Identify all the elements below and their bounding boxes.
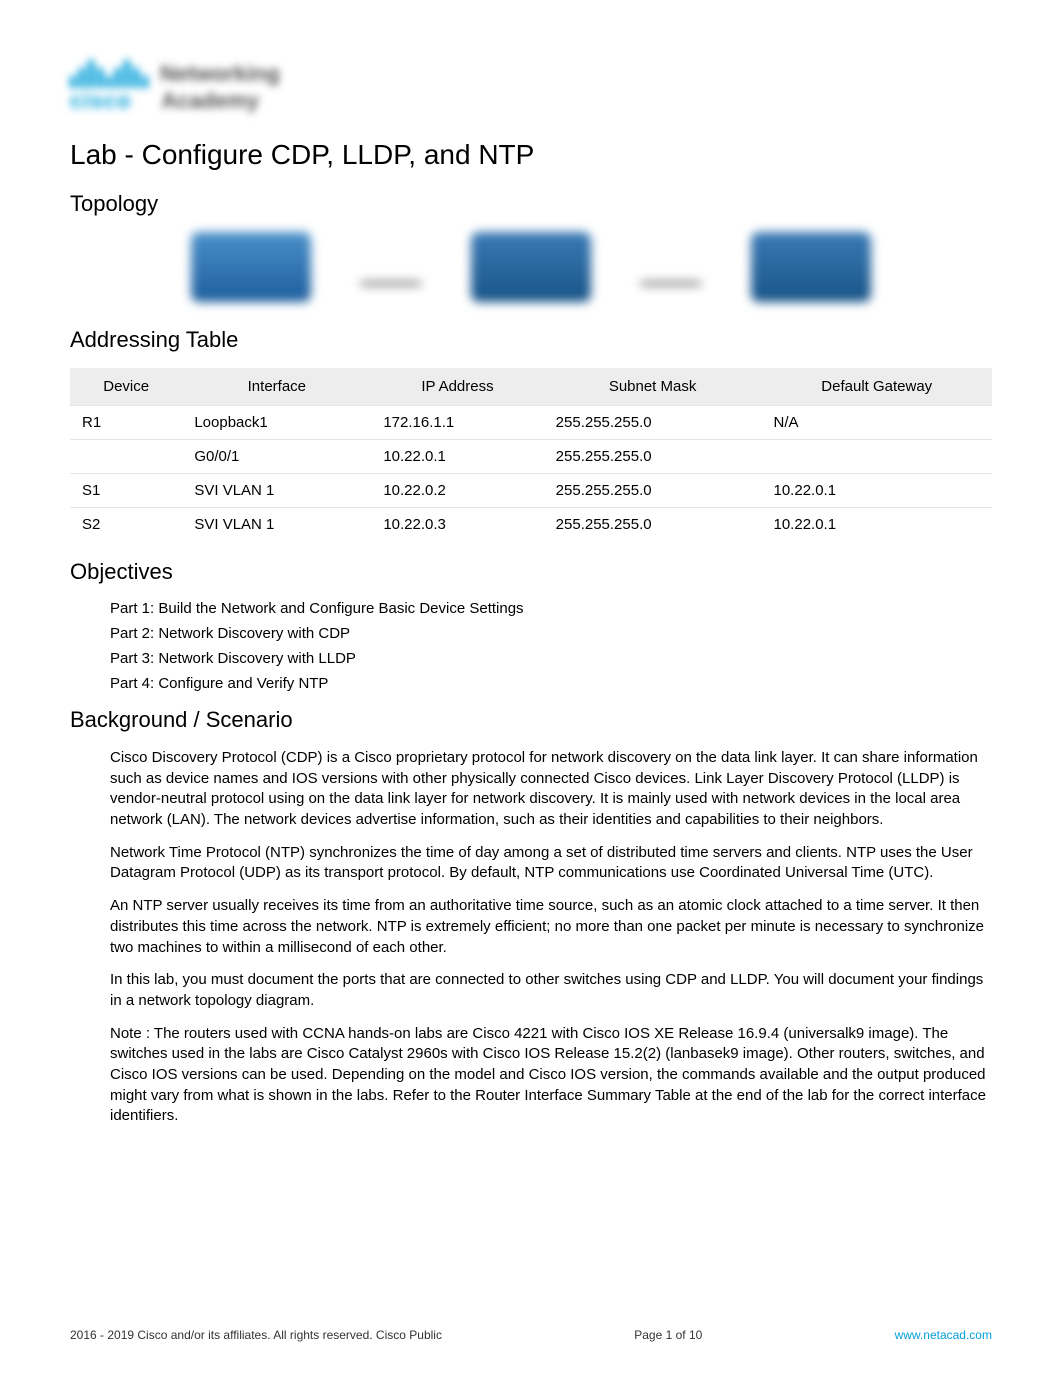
cell-device: S1 [70,474,182,508]
cell-mask: 255.255.255.0 [544,474,762,508]
cell-mask: 255.255.255.0 [544,508,762,542]
section-topology: Topology [70,191,992,217]
topology-diagram [70,232,992,302]
list-item: Part 1: Build the Network and Configure … [110,600,992,617]
cell-interface: SVI VLAN 1 [182,508,371,542]
cell-gateway: 10.22.0.1 [762,508,993,542]
cell-interface: Loopback1 [182,406,371,440]
lab-title: Lab - Configure CDP, LLDP, and NTP [70,139,992,171]
cell-gateway: N/A [762,406,993,440]
logo-cisco: cisco [70,88,131,114]
col-gateway: Default Gateway [762,368,993,406]
table-row: G0/0/1 10.22.0.1 255.255.255.0 [70,440,992,474]
switch-icon [471,232,591,302]
section-background: Background / Scenario [70,707,992,733]
logo-academy: Academy [161,88,259,114]
logo-networking: Networking [160,61,280,87]
switch-icon [751,232,871,302]
table-row: S1 SVI VLAN 1 10.22.0.2 255.255.255.0 10… [70,474,992,508]
col-ip: IP Address [371,368,543,406]
cell-ip: 10.22.0.3 [371,508,543,542]
cell-mask: 255.255.255.0 [544,440,762,474]
cell-device [70,440,182,474]
cell-device: R1 [70,406,182,440]
cisco-logo-block: Networking cisco Academy [70,60,992,114]
link-line [361,282,421,285]
cell-ip: 10.22.0.2 [371,474,543,508]
router-icon [191,232,311,302]
bg-para: An NTP server usually receives its time … [70,896,992,958]
cell-gateway [762,440,993,474]
cisco-bars-icon [70,60,148,88]
table-row: S2 SVI VLAN 1 10.22.0.3 255.255.255.0 10… [70,508,992,542]
col-mask: Subnet Mask [544,368,762,406]
cell-mask: 255.255.255.0 [544,406,762,440]
cell-interface: G0/0/1 [182,440,371,474]
link-line [641,282,701,285]
section-addressing: Addressing Table [70,327,992,353]
list-item: Part 4: Configure and Verify NTP [110,675,992,692]
page-footer: 2016 - 2019 Cisco and/or its affiliates.… [70,1328,992,1342]
footer-copyright: 2016 - 2019 Cisco and/or its affiliates.… [70,1328,442,1342]
cell-gateway: 10.22.0.1 [762,474,993,508]
bg-para: Note : The routers used with CCNA hands-… [70,1024,992,1127]
cell-interface: SVI VLAN 1 [182,474,371,508]
footer-page: Page 1 of 10 [634,1328,702,1342]
addressing-table: Device Interface IP Address Subnet Mask … [70,368,992,541]
table-row: R1 Loopback1 172.16.1.1 255.255.255.0 N/… [70,406,992,440]
list-item: Part 3: Network Discovery with LLDP [110,650,992,667]
cell-ip: 10.22.0.1 [371,440,543,474]
bg-para: Cisco Discovery Protocol (CDP) is a Cisc… [70,748,992,831]
list-item: Part 2: Network Discovery with CDP [110,625,992,642]
col-interface: Interface [182,368,371,406]
section-objectives: Objectives [70,559,992,585]
footer-link[interactable]: www.netacad.com [895,1328,992,1342]
cell-device: S2 [70,508,182,542]
bg-para: In this lab, you must document the ports… [70,970,992,1011]
bg-para: Network Time Protocol (NTP) synchronizes… [70,843,992,884]
col-device: Device [70,368,182,406]
cell-ip: 172.16.1.1 [371,406,543,440]
objectives-list: Part 1: Build the Network and Configure … [70,600,992,692]
